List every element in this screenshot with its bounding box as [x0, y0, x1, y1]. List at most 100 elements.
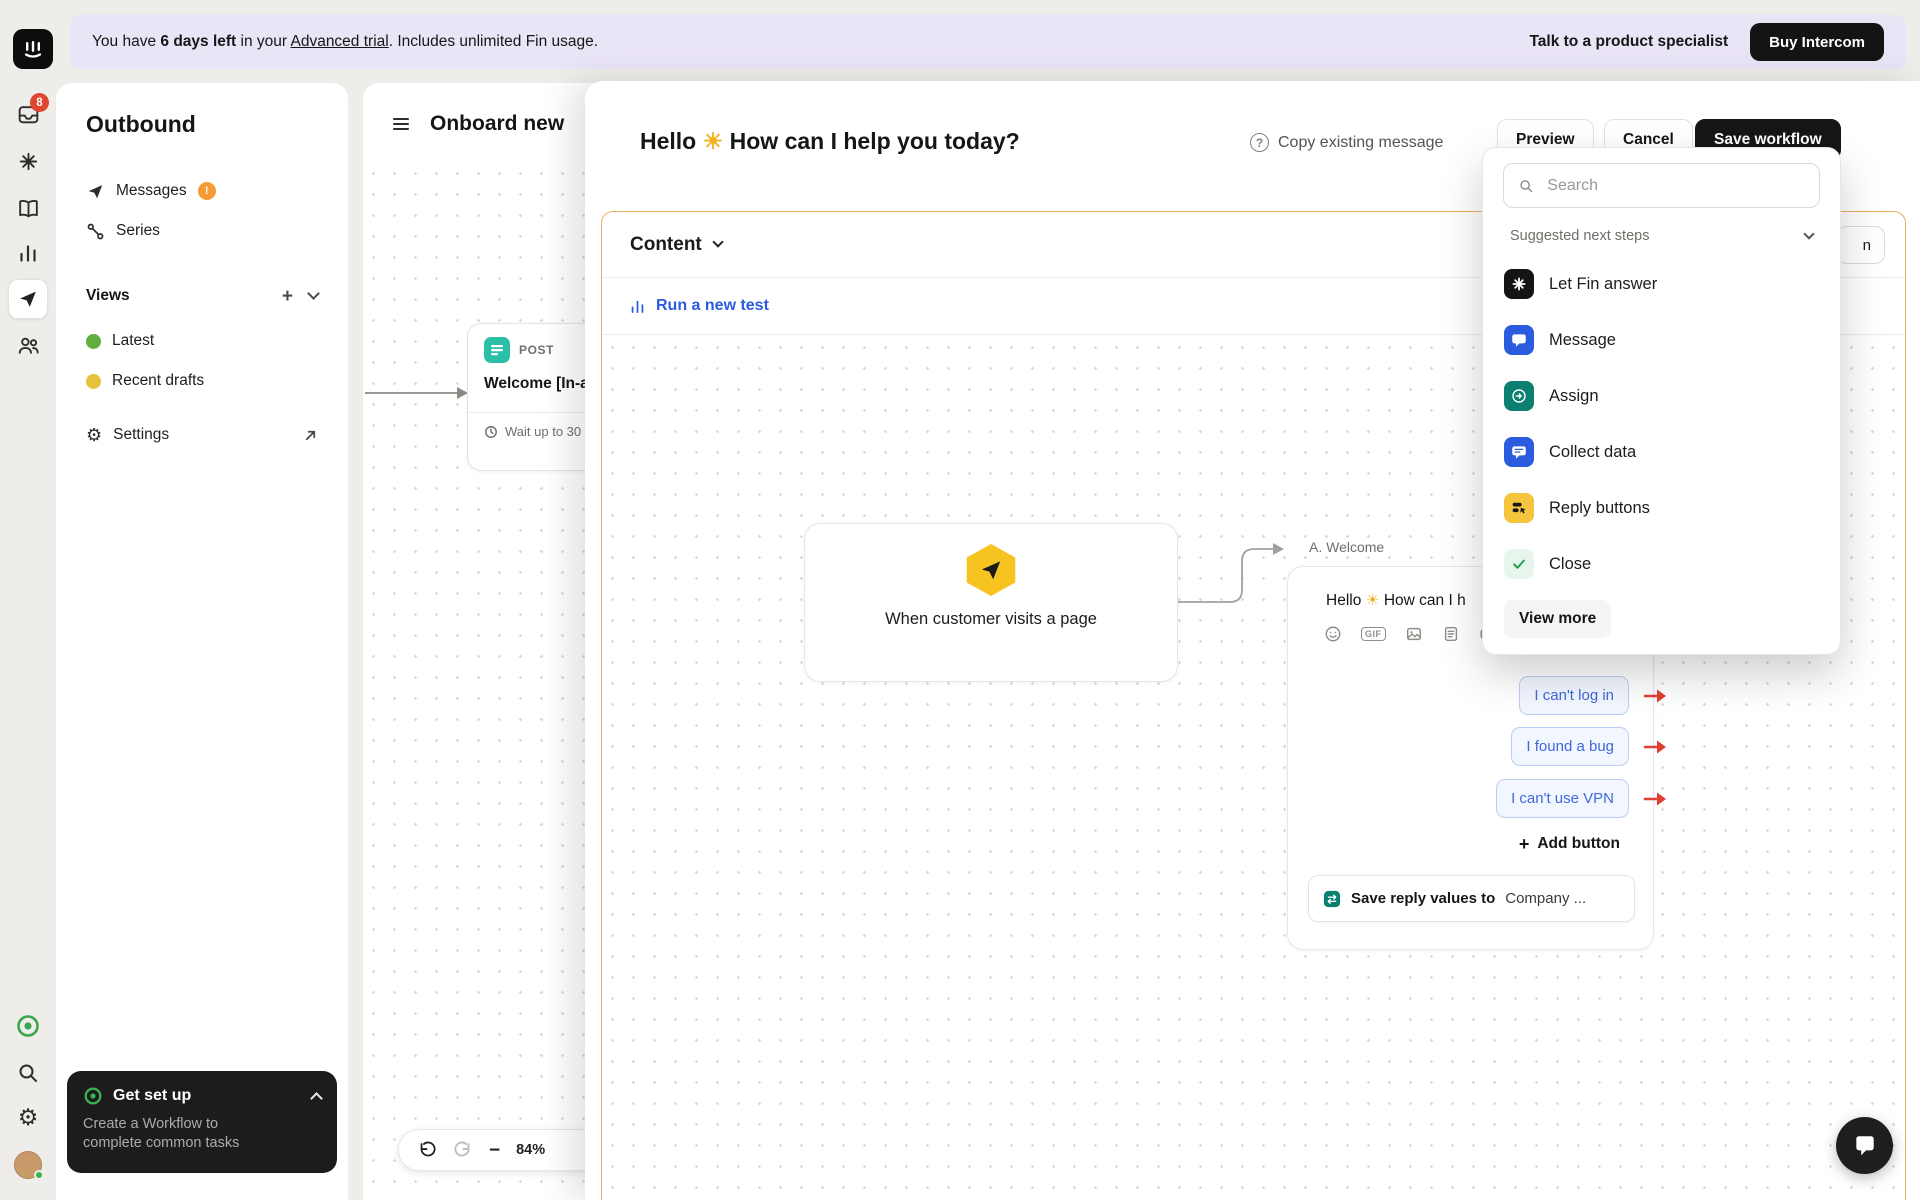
copy-existing-message-link[interactable]: ? Copy existing message	[1250, 133, 1443, 152]
add-button-label: Add button	[1537, 835, 1620, 852]
reply-button-chip[interactable]: I can't use VPN	[1496, 779, 1629, 818]
gif-icon[interactable]: GIF	[1361, 627, 1386, 641]
menu-item-assign[interactable]: Assign	[1483, 368, 1840, 424]
image-icon[interactable]	[1405, 625, 1423, 643]
messenger-launcher[interactable]	[1836, 1117, 1893, 1174]
views-label: Views	[86, 287, 130, 304]
reply-button-chip[interactable]: I found a bug	[1511, 727, 1629, 766]
outbound-nav-icon-selected[interactable]	[8, 279, 48, 319]
chat-bubble-icon	[1855, 1135, 1874, 1155]
reply-button-chip[interactable]: I can't log in	[1519, 676, 1629, 715]
unconnected-path-arrow[interactable]	[1643, 790, 1669, 808]
save-reply-attribute: Company ...	[1505, 890, 1587, 907]
save-values-icon	[1323, 890, 1341, 907]
knowledge-nav-icon[interactable]	[15, 195, 41, 221]
next-step-dropdown: Suggested next steps Let Fin answer Mess…	[1482, 147, 1841, 655]
sidebar-item-series[interactable]: Series	[74, 211, 330, 251]
outbound-sidebar: Outbound Messages ! Series Views + Lates…	[56, 83, 348, 1200]
collect-data-icon	[1504, 437, 1534, 467]
sidebar-item-label: Messages	[116, 182, 187, 199]
setup-progress-icon[interactable]	[15, 1013, 41, 1039]
close-check-icon	[1504, 549, 1534, 579]
save-reply-values-node[interactable]: Save reply values to Company ...	[1308, 875, 1635, 922]
sidebar-item-label: Recent drafts	[112, 372, 205, 389]
get-set-up-description: Create a Workflow to complete common tas…	[83, 1116, 240, 1151]
run-test-label: Run a new test	[656, 297, 769, 314]
redo-button[interactable]	[453, 1140, 473, 1160]
banner-days-left: 6 days left	[160, 33, 237, 50]
content-label: Content	[630, 233, 702, 255]
undo-button[interactable]	[417, 1140, 437, 1160]
menu-item-label: Close	[1549, 554, 1592, 573]
sidebar-views-header: Views +	[74, 276, 330, 316]
fin-ai-nav-icon[interactable]	[15, 148, 41, 174]
menu-item-label: Reply buttons	[1549, 498, 1650, 517]
clock-icon	[485, 425, 497, 438]
reports-nav-icon[interactable]	[15, 240, 41, 266]
search-nav-icon[interactable]	[15, 1060, 41, 1086]
search-input[interactable]	[1545, 175, 1805, 196]
trigger-node-label: When customer visits a page	[885, 610, 1097, 628]
menu-item-label: Collect data	[1549, 442, 1637, 461]
view-more-button[interactable]: View more	[1504, 600, 1612, 638]
intercom-logo-icon	[24, 41, 42, 58]
messages-warning-badge: !	[197, 182, 216, 200]
talk-to-specialist-link[interactable]: Talk to a product specialist	[1529, 33, 1728, 51]
sidebar-item-label: Latest	[112, 332, 155, 349]
sidebar-item-messages[interactable]: Messages !	[74, 171, 330, 211]
menu-item-message[interactable]: Message	[1483, 312, 1840, 368]
zoom-level: 84%	[516, 1142, 546, 1158]
workflow-hexagon-icon	[966, 544, 1016, 596]
setup-progress-icon	[84, 1087, 102, 1105]
series-icon	[87, 223, 104, 239]
intercom-logo[interactable]	[13, 29, 53, 69]
sidebar-item-recent-drafts[interactable]: Recent drafts	[74, 361, 330, 401]
search-icon	[1520, 179, 1533, 192]
menu-item-collect-data[interactable]: Collect data	[1483, 424, 1840, 480]
settings-nav-icon[interactable]: ⚙	[15, 1104, 41, 1130]
title-text: How can I help you today?	[723, 128, 1020, 154]
menu-item-let-fin-answer[interactable]: Let Fin answer	[1483, 256, 1840, 312]
trigger-node[interactable]: When customer visits a page	[804, 523, 1178, 682]
banner-segment: . Includes unlimited Fin usage.	[388, 33, 599, 50]
contacts-nav-icon[interactable]	[15, 332, 41, 358]
menu-item-label: Let Fin answer	[1549, 274, 1658, 293]
article-icon[interactable]	[1442, 625, 1460, 643]
sidebar-item-settings[interactable]: ⚙ Settings	[74, 415, 330, 455]
trial-banner: You have 6 days left in your Advanced tr…	[70, 15, 1906, 69]
fin-icon	[1504, 269, 1534, 299]
step-label: A. Welcome	[1309, 539, 1385, 555]
add-button[interactable]: + Add button	[1519, 835, 1620, 853]
get-set-up-card[interactable]: Get set up Create a Workflow to complete…	[67, 1071, 337, 1173]
add-view-button[interactable]: +	[282, 287, 293, 306]
assign-icon	[1504, 381, 1534, 411]
unconnected-path-arrow[interactable]	[1643, 738, 1669, 756]
suggested-next-steps-header[interactable]: Suggested next steps	[1483, 216, 1840, 256]
lemon-icon	[86, 373, 101, 389]
sun-emoji: ☀	[1365, 592, 1380, 609]
trial-banner-text: You have 6 days left in your Advanced tr…	[92, 33, 598, 51]
views-chevron-down-icon[interactable]	[307, 287, 320, 300]
save-reply-label: Save reply values to	[1351, 890, 1496, 907]
menu-item-label: Assign	[1549, 386, 1599, 405]
menu-item-close[interactable]: Close	[1483, 536, 1840, 592]
connector-arrow	[365, 387, 468, 399]
workflow-menu-button[interactable]	[383, 106, 419, 142]
dropdown-search-box[interactable]	[1503, 163, 1820, 208]
chevron-up-icon[interactable]	[310, 1092, 323, 1105]
inbox-count-badge: 8	[30, 93, 49, 112]
buy-intercom-button[interactable]: Buy Intercom	[1750, 23, 1884, 61]
emoji-icon[interactable]	[1324, 625, 1342, 643]
test-chart-icon	[631, 300, 644, 313]
zoom-out-button[interactable]: −	[489, 1141, 500, 1160]
partial-hidden-button[interactable]: n	[1837, 226, 1885, 264]
menu-item-reply-buttons[interactable]: Reply buttons	[1483, 480, 1840, 536]
advanced-trial-link[interactable]: Advanced trial	[290, 33, 388, 50]
get-set-up-title: Get set up	[113, 1087, 192, 1104]
message-text: Hello	[1326, 592, 1366, 609]
sidebar-item-label: Series	[116, 222, 160, 239]
composer-toolbar: GIF	[1324, 625, 1497, 643]
unconnected-path-arrow[interactable]	[1643, 687, 1669, 705]
sidebar-item-latest[interactable]: Latest	[74, 321, 330, 361]
gear-icon: ⚙	[86, 425, 103, 445]
